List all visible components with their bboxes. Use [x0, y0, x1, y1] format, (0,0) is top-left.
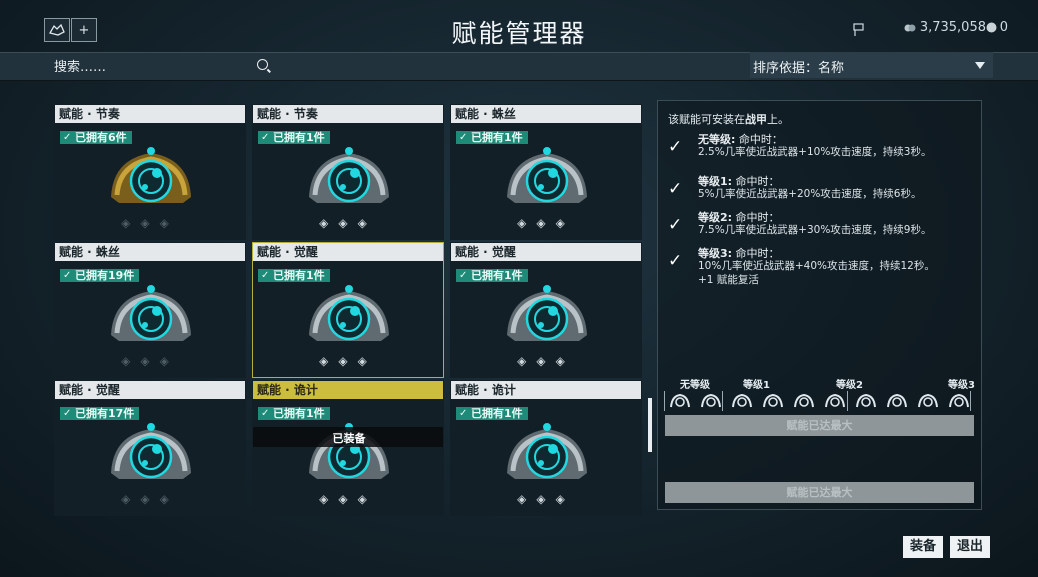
check-icon: ✓: [668, 137, 683, 157]
rank-pips: ◈◈◈: [319, 216, 377, 230]
arcane-card[interactable]: 赋能 · 诡计已拥有1件 ◈◈◈ 已装备: [252, 380, 444, 516]
sort-label: 排序依据：名称: [753, 61, 845, 76]
tier-divider: [722, 391, 723, 411]
card-title: 赋能 · 蛛丝: [55, 243, 245, 261]
credits-display: 3,735,058: [904, 20, 986, 35]
arcane-icon: [111, 147, 191, 203]
rank-pips: ◈◈◈: [517, 354, 575, 368]
tier-divider: [970, 391, 971, 411]
max-rank-button[interactable]: 赋能已达最大: [665, 415, 974, 436]
rank-track: [664, 391, 974, 413]
platinum-value: 0: [999, 20, 1008, 35]
arcane-rank-icon: [948, 393, 970, 409]
tier-label: 等级3: [948, 380, 975, 391]
card-title: 赋能 · 诡计: [253, 381, 443, 399]
card-title: 赋能 · 觉醒: [451, 243, 641, 261]
rank-effect: 10%几率使近战武器+40%攻击速度，持续12秒。: [698, 260, 935, 272]
arcane-icon: [507, 423, 587, 479]
arcane-icon: [309, 285, 389, 341]
arcane-rank-icon: [731, 393, 753, 409]
platinum-icon: [986, 22, 997, 33]
tier-label: 无等级: [680, 380, 710, 391]
arcane-card[interactable]: 赋能 · 蛛丝已拥有1件 ◈◈◈: [450, 104, 642, 240]
tier-label: 等级1: [743, 380, 770, 391]
rank-pips: ◈◈◈: [121, 354, 179, 368]
arcane-card[interactable]: 赋能 · 节奏已拥有1件 ◈◈◈: [252, 104, 444, 240]
arcane-card[interactable]: 赋能 · 诡计已拥有1件 ◈◈◈: [450, 380, 642, 516]
max-rank-button-2[interactable]: 赋能已达最大: [665, 482, 974, 503]
arcane-card[interactable]: 赋能 · 觉醒已拥有17件 ◈◈◈: [54, 380, 246, 516]
card-title: 赋能 · 节奏: [253, 105, 443, 123]
search-icon: [257, 59, 268, 70]
owned-badge: 已拥有1件: [258, 407, 330, 420]
arcane-icon: [111, 285, 191, 341]
rank-effect: 7.5%几率使近战武器+30%攻击速度，持续9秒。: [698, 224, 932, 236]
owned-badge: 已拥有1件: [456, 269, 528, 282]
page-title: 赋能管理器: [451, 19, 587, 48]
check-icon: ✓: [668, 179, 683, 199]
owned-badge: 已拥有1件: [258, 269, 330, 282]
credits-icon: [904, 24, 916, 31]
arcane-icon: [111, 423, 191, 479]
owned-badge: 已拥有6件: [60, 131, 132, 144]
card-title: 赋能 · 节奏: [55, 105, 245, 123]
chevron-down-icon: [975, 62, 985, 69]
tier-divider: [664, 391, 665, 411]
install-hint: 该赋能可安装在战甲上。: [668, 113, 789, 126]
owned-badge: 已拥有1件: [258, 131, 330, 144]
card-title: 赋能 · 蛛丝: [451, 105, 641, 123]
arcane-rank-icon: [793, 393, 815, 409]
card-title: 赋能 · 觉醒: [253, 243, 443, 261]
arcane-icon: [507, 147, 587, 203]
arcane-card[interactable]: 赋能 · 觉醒已拥有1件 ◈◈◈: [252, 242, 444, 378]
arcane-rank-icon: [669, 393, 691, 409]
arcane-rank-icon: [762, 393, 784, 409]
owned-badge: 已拥有1件: [456, 131, 528, 144]
search-placeholder: 搜索……: [54, 60, 107, 75]
sort-dropdown[interactable]: 排序依据：名称: [750, 52, 993, 78]
card-title: 赋能 · 觉醒: [55, 381, 245, 399]
owned-badge: 已拥有1件: [456, 407, 528, 420]
tier-label: 等级2: [836, 380, 863, 391]
rank-extra: +1 赋能复活: [698, 274, 759, 286]
grid-scrollbar[interactable]: [648, 398, 652, 452]
arcane-rank-icon: [917, 393, 939, 409]
check-icon: ✓: [668, 215, 683, 235]
rank-pips: ◈◈◈: [517, 216, 575, 230]
rank-pips: ◈◈◈: [517, 492, 575, 506]
arcane-rank-icon: [855, 393, 877, 409]
owned-badge: 已拥有19件: [60, 269, 140, 282]
rank-pips: ◈◈◈: [121, 492, 179, 506]
credits-value: 3,735,058: [919, 20, 986, 35]
arcane-icon: [507, 285, 587, 341]
equipped-label: 已装备: [332, 432, 366, 445]
arcane-card[interactable]: 赋能 · 蛛丝已拥有19件 ◈◈◈: [54, 242, 246, 378]
rank-pips: ◈◈◈: [121, 216, 179, 230]
card-title: 赋能 · 诡计: [451, 381, 641, 399]
arcane-card[interactable]: 赋能 · 觉醒已拥有1件 ◈◈◈: [450, 242, 642, 378]
equip-button[interactable]: 装备: [903, 536, 943, 558]
rank-pips: ◈◈◈: [319, 354, 377, 368]
arcane-detail-panel: 该赋能可安装在战甲上。 ✓ 无等级: 命中时： 2.5%几率使近战武器+10%攻击速…: [657, 100, 982, 510]
check-icon: ✓: [668, 251, 683, 271]
chat-icon[interactable]: [852, 22, 866, 42]
exit-button[interactable]: 退出: [950, 536, 990, 558]
rank-effect: 5%几率使近战武器+20%攻击速度，持续6秒。: [698, 188, 922, 200]
owned-badge: 已拥有17件: [60, 407, 140, 420]
tier-divider: [847, 391, 848, 411]
platinum-display: 0: [986, 20, 1008, 35]
arcane-icon: [309, 147, 389, 203]
arcane-card[interactable]: 赋能 · 节奏已拥有6件 ◈◈◈: [54, 104, 246, 240]
arcane-rank-icon: [824, 393, 846, 409]
search-input[interactable]: 搜索……: [44, 52, 274, 78]
arcane-rank-icon: [700, 393, 722, 409]
arcane-rank-icon: [886, 393, 908, 409]
rank-pips: ◈◈◈: [319, 492, 377, 506]
rank-effect: 2.5%几率使近战武器+10%攻击速度，持续3秒。: [698, 146, 932, 158]
